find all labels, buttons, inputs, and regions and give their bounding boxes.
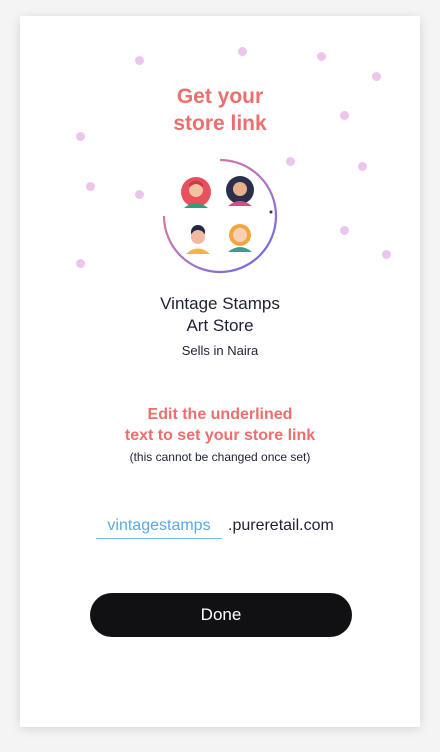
decor-dot (358, 162, 367, 171)
store-domain-suffix: .pureretail.com (228, 517, 334, 534)
title-line-1: Get your (176, 85, 264, 108)
store-link-card: Get your store link Vintage Stamps Art S… (20, 16, 420, 727)
decor-dot (372, 72, 381, 81)
decor-dot (86, 182, 95, 191)
decor-dot (340, 226, 349, 235)
instruction-line-2: text to set your store link (124, 427, 316, 444)
decor-dot (76, 259, 85, 268)
store-currency: Sells in Naira (181, 343, 259, 358)
link-warning-note: (this cannot be changed once set) (129, 450, 311, 464)
team-avatars-icon (158, 154, 282, 278)
decor-dot (135, 190, 144, 199)
decor-dot (382, 250, 391, 259)
decor-dot (286, 157, 295, 166)
decor-dot (135, 56, 144, 65)
link-instruction: Edit the underlined text to set your sto… (20, 404, 420, 446)
decor-dot (317, 52, 326, 61)
done-button[interactable]: Done (90, 593, 352, 637)
store-name: Vintage Stamps Art Store (20, 293, 420, 337)
store-slug-input[interactable] (96, 517, 222, 539)
decor-dot (238, 47, 247, 56)
instruction-line-1: Edit the underlined (147, 406, 293, 423)
page-title: Get your store link (20, 83, 420, 137)
store-link-row: .pureretail.com (96, 513, 334, 539)
title-line-2: store link (173, 112, 267, 135)
store-name-line-2: Art Store (186, 316, 254, 335)
store-name-line-1: Vintage Stamps (160, 294, 280, 313)
